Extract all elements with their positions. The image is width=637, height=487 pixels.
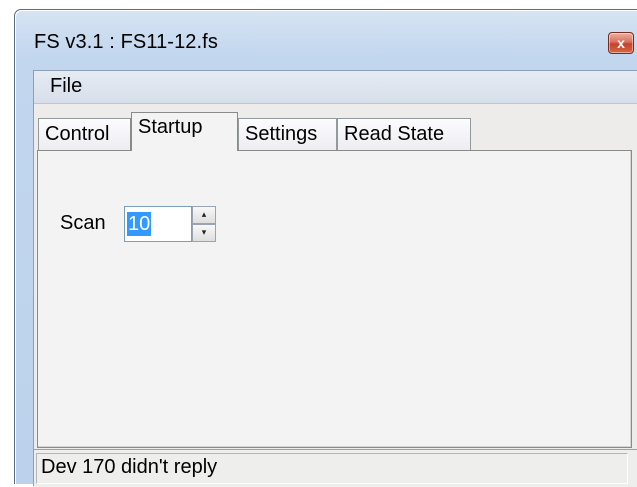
tab-control[interactable]: Control xyxy=(38,118,131,150)
window-title: FS v3.1 : FS11-12.fs xyxy=(34,31,218,53)
status-pane: Dev 170 didn't reply xyxy=(36,453,628,484)
triangle-up-icon: ▴ xyxy=(201,209,207,219)
close-icon: x xyxy=(617,35,625,51)
app-window: FS v3.1 : FS11-12.fs x File Control Star… xyxy=(14,9,637,487)
triangle-down-icon: ▾ xyxy=(201,227,207,237)
tab-read-state[interactable]: Read State xyxy=(337,118,471,150)
menu-bar: File xyxy=(34,71,637,104)
status-text: Dev 170 didn't reply xyxy=(41,456,218,478)
spin-up-button[interactable]: ▴ xyxy=(192,206,216,224)
startup-tab-panel: Scan 10 ▴ ▾ xyxy=(37,150,632,448)
client-area: File Control Startup Settings Read State… xyxy=(33,70,637,487)
close-button[interactable]: x xyxy=(608,32,634,54)
menu-file[interactable]: File xyxy=(46,75,86,98)
scan-input[interactable] xyxy=(124,206,192,242)
scan-spinner: ▴ ▾ xyxy=(192,206,216,242)
title-bar[interactable]: FS v3.1 : FS11-12.fs x xyxy=(15,10,637,70)
tab-settings[interactable]: Settings xyxy=(238,118,337,150)
tab-startup[interactable]: Startup xyxy=(131,112,238,151)
status-bar: Dev 170 didn't reply xyxy=(34,449,637,487)
tab-strip: Control Startup Settings Read State xyxy=(34,104,637,151)
scan-label: Scan xyxy=(60,212,106,234)
spin-down-button[interactable]: ▾ xyxy=(192,224,216,242)
